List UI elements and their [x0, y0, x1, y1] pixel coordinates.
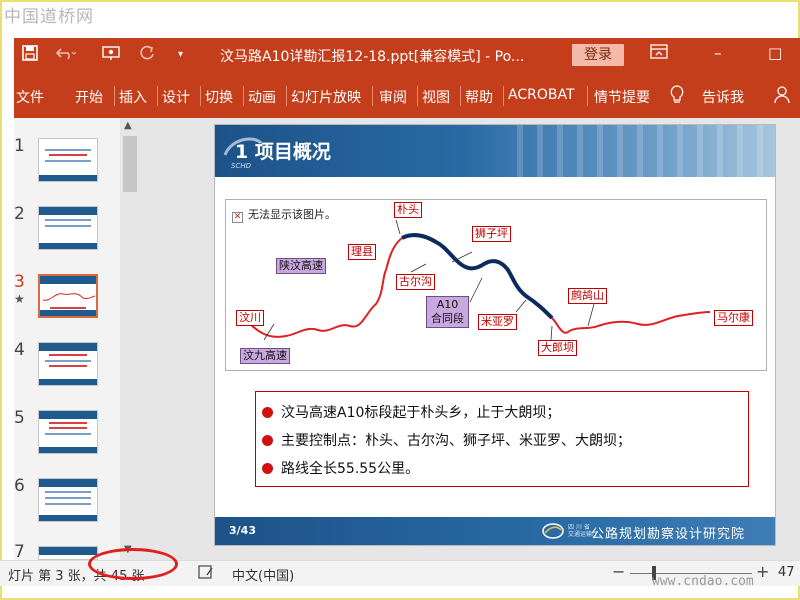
slide-logo-text: SCHD — [231, 162, 251, 170]
tab-file[interactable]: 文件 — [16, 87, 44, 107]
redo-icon[interactable] — [138, 45, 156, 65]
slide-thumbnail[interactable] — [38, 138, 98, 182]
tab-divider — [200, 86, 201, 106]
tab-divider — [157, 86, 158, 106]
tab-storyboard[interactable]: 情节提要 — [594, 87, 650, 107]
bullet-dot-icon — [262, 435, 273, 446]
watermark-top: 中国道桥网 — [4, 7, 94, 27]
presentation-icon[interactable] — [102, 45, 120, 65]
tab-help[interactable]: 帮助 — [465, 87, 493, 107]
tab-divider — [460, 86, 461, 106]
map-label-dalangba: 大郎坝 — [538, 340, 577, 356]
tab-home[interactable]: 开始 — [75, 87, 103, 107]
chevron-down-icon[interactable]: ▾ — [178, 49, 183, 60]
tab-divider — [417, 86, 418, 106]
map-label-maerkang: 马尔康 — [714, 310, 753, 326]
slide-thumbnail[interactable] — [38, 546, 98, 560]
slide-header-band: 1 项目概况 SCHD — [215, 125, 775, 177]
map-label-guergou: 古尔沟 — [396, 274, 435, 290]
tab-divider — [503, 86, 504, 106]
map-label-lixian: 理县 — [348, 244, 376, 260]
map-label-a10: A10 合同段 — [426, 296, 469, 328]
tab-view[interactable]: 视图 — [422, 87, 450, 107]
share-icon[interactable] — [772, 84, 792, 108]
lightbulb-icon[interactable] — [670, 85, 684, 109]
ribbon-tabs: 文件 开始 插入 设计 切换 动画 幻灯片放映 审阅 视图 帮助 ACROBAT… — [14, 72, 800, 118]
login-button[interactable]: 登录 — [572, 44, 624, 66]
tab-transitions[interactable]: 切换 — [205, 87, 233, 107]
tab-divider — [243, 86, 244, 106]
map-label-wenchuan: 汶川 — [236, 310, 264, 326]
thumbnail-scrollbar[interactable]: ▲ ▼ — [120, 118, 140, 560]
thumbnail-number: 7 — [14, 542, 25, 562]
bullet-item: 主要控制点：朴头、古尔沟、狮子坪、米亚罗、大朗坝； — [262, 430, 631, 450]
bridge-illustration — [517, 125, 775, 177]
tell-me-search[interactable]: 告诉我 — [702, 87, 744, 107]
save-icon[interactable] — [22, 45, 38, 65]
slide-title: 1 项目概况 — [235, 141, 331, 163]
organization-logo-icon — [542, 523, 564, 539]
language-status[interactable]: 中文(中国) — [232, 565, 294, 584]
thumbnail-number: 6 — [14, 476, 25, 496]
tab-divider — [114, 86, 115, 106]
scroll-up-icon[interactable]: ▲ — [124, 120, 132, 131]
tab-acrobat[interactable]: ACROBAT — [508, 87, 575, 103]
bullet-text: 路线全长55.55公里。 — [281, 461, 420, 477]
bullet-item: 汶马高速A10标段起于朴头乡，止于大朗坝； — [262, 402, 560, 422]
window-title: 汶马路A10详勘汇报12-18.ppt[兼容模式] - Po... — [220, 49, 525, 65]
thumbnail-number: 4 — [14, 340, 25, 360]
footer-organization: 公路规划勘察设计研究院 — [591, 527, 746, 542]
map-label-zhegushan: 鹧鸪山 — [568, 288, 607, 304]
slide-thumbnail[interactable] — [38, 206, 98, 250]
bullet-text: 主要控制点：朴头、古尔沟、狮子坪、米亚罗、大朗坝； — [281, 433, 631, 449]
slide-thumbnail[interactable] — [38, 478, 98, 522]
slide-thumbnail-active[interactable] — [38, 274, 98, 318]
tab-divider — [372, 86, 373, 106]
watermark-bottom: www.cndao.com — [652, 574, 754, 589]
zoom-in-button[interactable]: + — [756, 562, 769, 581]
map-label-wenjiu: 汶九高速 — [240, 348, 290, 364]
bullet-dot-icon — [262, 463, 273, 474]
summary-text-box[interactable]: 汶马高速A10标段起于朴头乡，止于大朗坝； 主要控制点：朴头、古尔沟、狮子坪、米… — [255, 391, 749, 487]
scrollbar-thumb[interactable] — [123, 136, 137, 192]
thumbnail-number: 5 — [14, 408, 25, 428]
zoom-out-button[interactable]: − — [612, 562, 625, 581]
zoom-level[interactable]: 47 — [778, 565, 795, 580]
slide-thumbnail[interactable] — [38, 342, 98, 386]
tab-design[interactable]: 设计 — [162, 87, 190, 107]
tab-review[interactable]: 审阅 — [379, 87, 407, 107]
slide-page-number: 3/43 — [229, 524, 256, 537]
slide-canvas[interactable]: 1 项目概况 SCHD ✕ 无法显示该图片。 汶川 汶九高速 陕汶高速 理县 朴头… — [214, 124, 776, 546]
tab-insert[interactable]: 插入 — [119, 87, 147, 107]
thumbnail-number: 3 — [14, 272, 25, 292]
map-label-shaanwan: 陕汶高速 — [276, 258, 326, 274]
tab-animations[interactable]: 动画 — [248, 87, 276, 107]
slide-thumbnail[interactable] — [38, 410, 98, 454]
map-label-a10-line2: 合同段 — [431, 312, 464, 325]
minimize-button[interactable]: – — [714, 44, 722, 62]
tab-slideshow[interactable]: 幻灯片放映 — [291, 87, 361, 107]
bullet-text: 汶马高速A10标段起于朴头乡，止于大朗坝； — [281, 405, 561, 421]
map-label-miyaluo: 米亚罗 — [478, 314, 517, 330]
ribbon-display-icon[interactable] — [650, 44, 668, 64]
tab-divider — [286, 86, 287, 106]
undo-icon[interactable] — [55, 45, 77, 65]
highlight-ellipse-annotation — [88, 548, 178, 580]
animation-star-icon: ★ — [14, 292, 25, 306]
thumbnail-number: 2 — [14, 204, 25, 224]
tab-divider — [587, 86, 588, 106]
route-map: ✕ 无法显示该图片。 汶川 汶九高速 陕汶高速 理县 朴头 古尔沟 狮子坪 A10… — [225, 199, 767, 371]
bullet-dot-icon — [262, 407, 273, 418]
bullet-item: 路线全长55.55公里。 — [262, 458, 419, 478]
map-label-a10-line1: A10 — [436, 298, 459, 311]
title-bar: ▾ 汶马路A10详勘汇报12-18.ppt[兼容模式] - Po... 登录 –… — [14, 38, 800, 72]
slide-footer-band: 3/43 四 川 省 交通运输厅 公路规划勘察设计研究院 — [215, 517, 775, 545]
map-label-putou: 朴头 — [394, 202, 422, 218]
maximize-button[interactable]: □ — [768, 44, 782, 62]
thumbnail-number: 1 — [14, 136, 25, 156]
notes-icon[interactable] — [198, 564, 214, 584]
map-label-shiziping: 狮子坪 — [472, 226, 511, 242]
